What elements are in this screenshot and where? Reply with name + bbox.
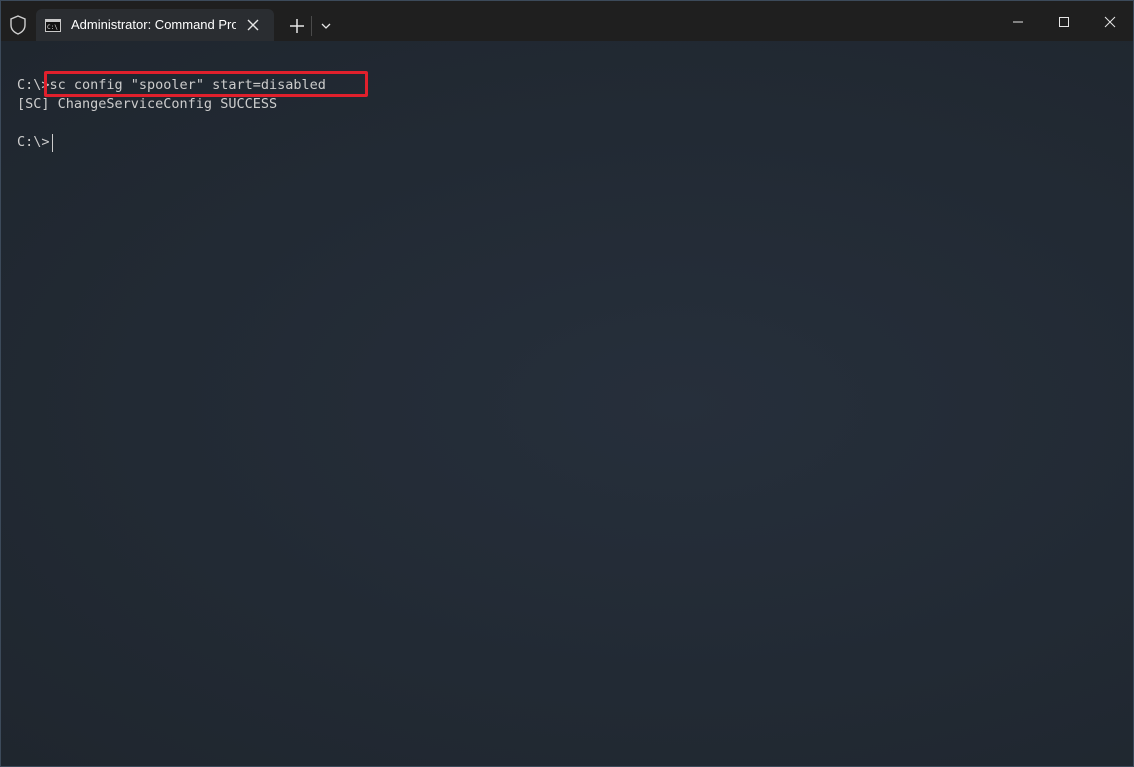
close-icon[interactable]	[244, 16, 262, 34]
cmd-icon: C:\	[45, 19, 61, 32]
svg-text:C:\: C:\	[47, 24, 58, 31]
maximize-button[interactable]	[1041, 1, 1087, 41]
chevron-down-icon[interactable]	[316, 16, 336, 36]
close-icon	[1104, 16, 1116, 28]
text-cursor	[52, 134, 53, 152]
command-highlight-box	[44, 71, 368, 97]
current-prompt: C:\>	[17, 134, 50, 150]
plus-icon[interactable]	[285, 14, 309, 38]
title-bar[interactable]: C:\ Administrator: Command Prompt	[1, 1, 1133, 41]
close-window-button[interactable]	[1087, 1, 1133, 41]
maximize-icon	[1059, 17, 1069, 27]
divider	[311, 16, 312, 36]
terminal-window: C:\ Administrator: Command Prompt	[0, 0, 1134, 767]
shield-icon	[10, 15, 26, 35]
terminal-area[interactable]: C:\>sc config "spooler" start=disabled […	[1, 41, 1133, 766]
minimize-button[interactable]	[995, 1, 1041, 41]
minimize-icon	[1013, 21, 1023, 23]
output-line: [SC] ChangeServiceConfig SUCCESS	[17, 96, 278, 112]
tab-title: Administrator: Command Prompt	[71, 17, 236, 32]
tab-command-prompt[interactable]: C:\ Administrator: Command Prompt	[36, 9, 274, 41]
